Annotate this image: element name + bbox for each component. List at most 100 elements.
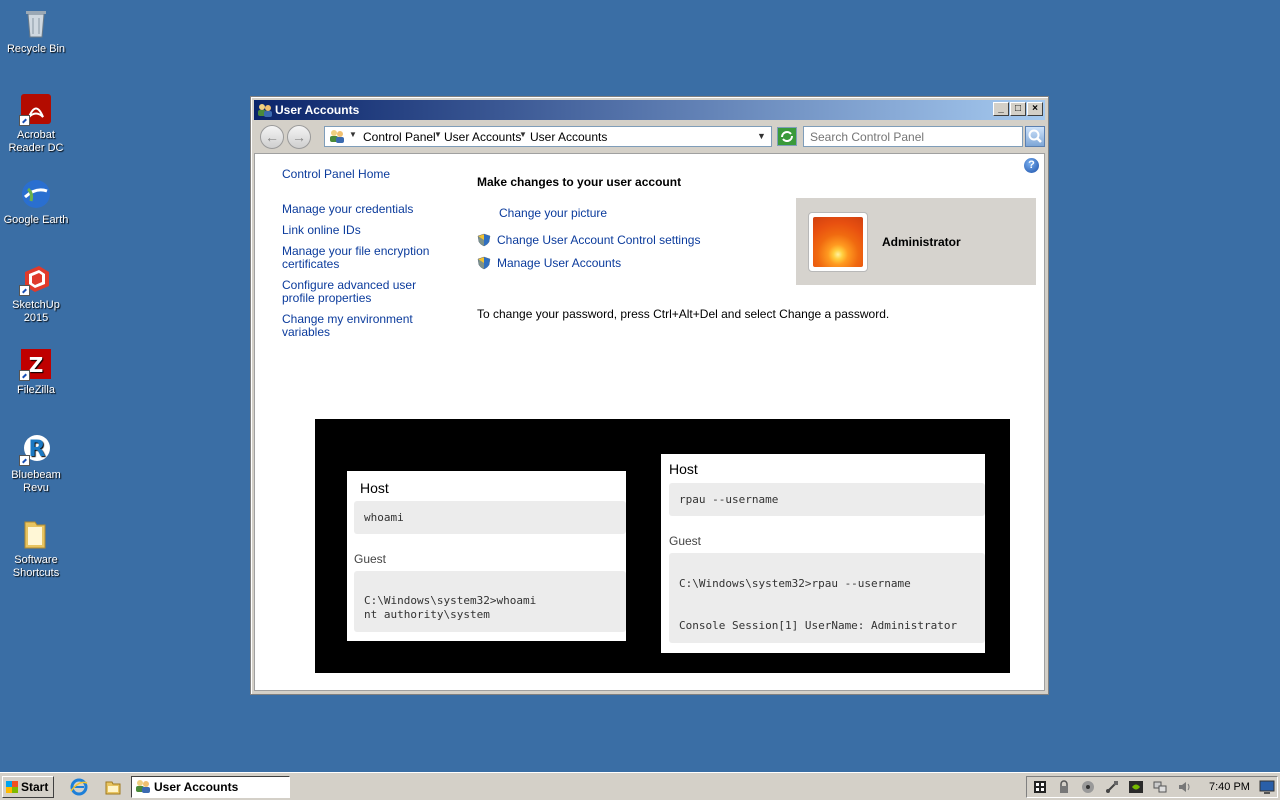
breadcrumb-control-panel[interactable]: Control Panel [363, 130, 436, 144]
refresh-button[interactable] [777, 127, 797, 146]
maximize-button[interactable]: □ [1010, 102, 1026, 116]
volume-icon[interactable] [1177, 780, 1191, 794]
disc-icon[interactable] [1081, 780, 1095, 794]
keyboard-icon[interactable] [1033, 780, 1047, 794]
flower-picture-icon [813, 217, 863, 267]
search-icon [1028, 129, 1042, 143]
help-icon[interactable]: ? [1024, 158, 1039, 173]
desktop-icon-acrobat[interactable]: Acrobat Reader DC [0, 92, 72, 155]
guest-label: Guest [354, 552, 387, 566]
host-label: Host [669, 461, 698, 477]
link-online-ids-link[interactable]: Link online IDs [282, 224, 452, 237]
uac-settings-task[interactable]: Change User Account Control settings [477, 233, 700, 247]
address-dropdown-icon[interactable]: ▼ [757, 131, 766, 141]
desktop-icon-label: Recycle Bin [6, 43, 66, 55]
desktop-icon-recycle-bin[interactable]: Recycle Bin [0, 6, 72, 56]
guest-output: C:\Windows\system32>whoami nt authority\… [354, 571, 626, 632]
manage-accounts-link[interactable]: Manage User Accounts [497, 256, 621, 270]
breadcrumb-arrow-icon[interactable]: ▼ [519, 130, 527, 139]
start-button[interactable]: Start [2, 776, 54, 798]
host-command: rpau --username [669, 483, 985, 516]
folder-icon [19, 517, 53, 551]
file-encryption-link[interactable]: Manage your file encryption certificates [282, 245, 452, 271]
taskbar: Start User Accounts 7:40 PM [0, 772, 1280, 800]
host-label: Host [360, 480, 389, 496]
minimize-button[interactable]: _ [993, 102, 1009, 116]
desktop-icon-label: Google Earth [3, 214, 69, 226]
search-button[interactable] [1025, 126, 1045, 147]
guest-output-line: C:\Windows\system32>rpau --username [679, 577, 911, 590]
advanced-profile-link[interactable]: Configure advanced user profile properti… [282, 279, 452, 305]
taskbar-user-accounts-button[interactable]: User Accounts [131, 776, 290, 798]
shield-icon [477, 233, 491, 247]
desktop-icon-software-shortcuts[interactable]: Software Shortcuts [0, 517, 72, 580]
clock[interactable]: 7:40 PM [1209, 781, 1250, 793]
windows-explorer-icon[interactable] [104, 778, 122, 796]
user-accounts-icon [257, 103, 273, 120]
manage-accounts-task[interactable]: Manage User Accounts [477, 256, 621, 270]
desktop-icon-label: SketchUp 2015 [12, 299, 60, 324]
password-note: To change your password, press Ctrl+Alt+… [477, 307, 890, 321]
user-accounts-icon [135, 779, 151, 800]
desktop-icon-label: Bluebeam Revu [11, 469, 61, 494]
control-panel-icon [329, 129, 345, 147]
google-earth-icon [19, 177, 53, 211]
desktop-icon-bluebeam[interactable]: R Bluebeam Revu [0, 432, 72, 495]
lock-icon[interactable] [1057, 780, 1071, 794]
address-bar[interactable]: ▼ Control Panel ▼ User Accounts ▼ User A… [324, 126, 772, 147]
usb-device-icon[interactable] [1105, 780, 1119, 794]
desktop-icon-filezilla[interactable]: Z FileZilla [0, 347, 72, 397]
change-picture-link[interactable]: Change your picture [499, 206, 607, 220]
back-button[interactable]: ← [260, 125, 284, 149]
desktop-icon-google-earth[interactable]: Google Earth [0, 177, 72, 227]
forward-button[interactable]: → [287, 125, 311, 149]
desktop-icon-sketchup[interactable]: SketchUp 2015 [0, 262, 72, 325]
acrobat-reader-icon [19, 92, 53, 126]
guest-output: C:\Windows\system32>rpau --username Cons… [669, 553, 985, 643]
title-bar[interactable]: User Accounts _ □ × [254, 100, 1045, 120]
svg-text:R: R [29, 437, 46, 462]
content-area: ? Control Panel Home Manage your credent… [254, 153, 1045, 691]
page-heading: Make changes to your user account [477, 175, 682, 189]
sketchup-icon [19, 262, 53, 296]
user-accounts-window: User Accounts _ □ × ← → ▼ Control Panel … [250, 96, 1049, 695]
windows-logo-icon [6, 781, 18, 793]
guest-output-line: Console Session[1] UserName: Administrat… [679, 619, 958, 632]
control-panel-home-link[interactable]: Control Panel Home [282, 168, 452, 181]
desktop-icon-label: FileZilla [17, 384, 55, 396]
svg-text:Z: Z [29, 353, 44, 377]
shortcut-arrow-icon [19, 285, 30, 296]
breadcrumb-user-accounts[interactable]: User Accounts [444, 130, 521, 144]
breadcrumb-arrow-icon[interactable]: ▼ [434, 130, 442, 139]
shield-icon [477, 256, 491, 270]
network-icon[interactable] [1153, 780, 1167, 794]
search-input[interactable] [803, 126, 1023, 147]
filezilla-icon: Z [19, 347, 53, 381]
account-name: Administrator [882, 235, 961, 249]
shortcut-arrow-icon [19, 370, 30, 381]
window-title: User Accounts [275, 103, 360, 117]
uac-settings-link[interactable]: Change User Account Control settings [497, 233, 700, 247]
start-label: Start [21, 780, 49, 794]
left-snippet-card: Host whoami Guest C:\Windows\system32>wh… [347, 471, 626, 641]
embedded-terminal-image: Host whoami Guest C:\Windows\system32>wh… [315, 419, 1010, 673]
close-button[interactable]: × [1027, 102, 1043, 116]
refresh-icon [778, 128, 796, 145]
internet-explorer-icon[interactable] [70, 778, 88, 796]
navigation-toolbar: ← → ▼ Control Panel ▼ User Accounts ▼ Us… [254, 122, 1045, 152]
breadcrumb-user-accounts-current[interactable]: User Accounts [530, 130, 607, 144]
shortcut-arrow-icon [19, 115, 30, 126]
nvidia-icon[interactable] [1129, 780, 1143, 794]
show-desktop-icon[interactable] [1259, 779, 1275, 794]
guest-label: Guest [669, 534, 702, 548]
manage-credentials-link[interactable]: Manage your credentials [282, 203, 452, 216]
recycle-bin-icon [19, 6, 53, 40]
taskbar-button-label: User Accounts [154, 780, 239, 794]
system-tray: 7:40 PM [1026, 776, 1278, 798]
account-panel: Administrator [796, 198, 1036, 285]
environment-variables-link[interactable]: Change my environment variables [282, 313, 452, 339]
breadcrumb-arrow-icon[interactable]: ▼ [349, 130, 357, 139]
shortcut-arrow-icon [19, 455, 30, 466]
avatar[interactable] [808, 212, 868, 272]
bluebeam-icon: R [19, 432, 53, 466]
